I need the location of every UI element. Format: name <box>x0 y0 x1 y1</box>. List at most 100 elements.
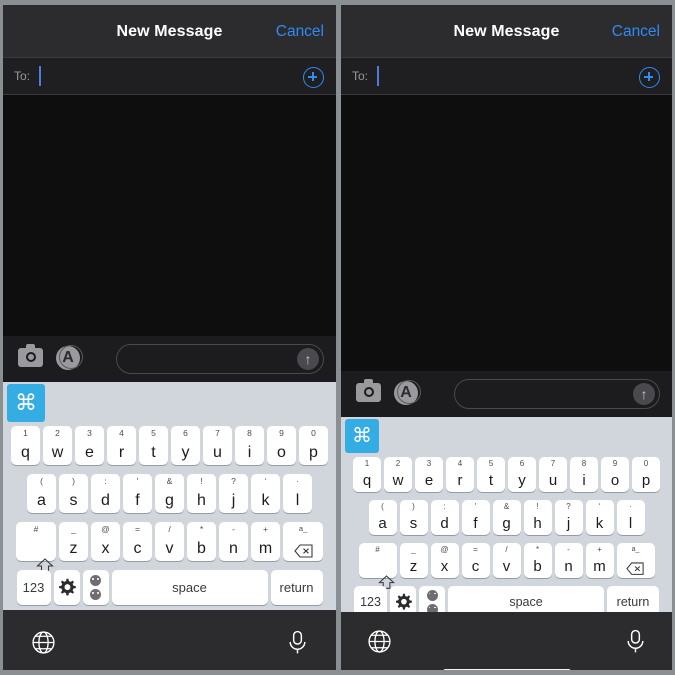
key-label: q <box>21 444 30 461</box>
space-key[interactable]: space <box>111 570 268 605</box>
globe-icon[interactable] <box>367 629 392 659</box>
key-p[interactable]: 0p <box>299 426 328 465</box>
key-g[interactable]: & g <box>155 474 184 513</box>
key-r[interactable]: 4r <box>107 426 136 465</box>
key-n[interactable]: -n <box>554 543 583 578</box>
app-store-icon[interactable]: A <box>56 345 83 370</box>
key-l[interactable]: · l <box>616 500 645 535</box>
key-b[interactable]: * b <box>187 522 216 561</box>
key-s[interactable]: ) s <box>399 500 428 535</box>
numeric-key[interactable]: 123 <box>16 570 51 605</box>
key-u[interactable]: 7u <box>539 457 567 492</box>
key-label: p <box>309 444 318 461</box>
cancel-button[interactable]: Cancel <box>612 23 660 41</box>
key-h[interactable]: ! h <box>187 474 216 513</box>
key-d[interactable]: :d <box>430 500 459 535</box>
key-e[interactable]: 3e <box>75 426 104 465</box>
backspace-key[interactable]: a_ <box>616 543 655 578</box>
key-j[interactable]: ? j <box>554 500 583 535</box>
command-key-badge[interactable]: ⌘ <box>7 384 45 422</box>
key-v[interactable]: / v <box>155 522 184 561</box>
key-n[interactable]: -n <box>219 522 248 561</box>
panel-right: New Message Cancel To: A ↑ ⌘ 1q2w3e4r5t6… <box>341 5 672 670</box>
send-button[interactable]: ↑ <box>297 348 319 370</box>
key-o[interactable]: 9o <box>601 457 629 492</box>
command-key-badge[interactable]: ⌘ <box>345 419 379 453</box>
app-store-icon[interactable]: A <box>394 380 421 405</box>
microphone-icon[interactable] <box>625 629 646 659</box>
home-indicator[interactable] <box>442 669 571 670</box>
backspace-key[interactable]: a_ <box>283 522 323 561</box>
key-a[interactable]: (a <box>368 500 397 535</box>
keyboard-row-4: 123 space return <box>3 570 336 605</box>
key-t[interactable]: 5t <box>477 457 505 492</box>
key-i[interactable]: 8i <box>570 457 598 492</box>
key-q[interactable]: 1q <box>353 457 381 492</box>
key-l[interactable]: · l <box>283 474 312 513</box>
camera-icon[interactable] <box>356 379 381 402</box>
key-v[interactable]: / v <box>492 543 521 578</box>
camera-icon[interactable] <box>18 344 43 367</box>
key-j[interactable]: ? j <box>219 474 248 513</box>
plus-circle-icon[interactable] <box>639 67 660 88</box>
key-y[interactable]: 6y <box>508 457 536 492</box>
recipient-field[interactable]: To: <box>341 57 672 95</box>
shift-key[interactable]: # <box>358 543 397 589</box>
key-alt-label: ) <box>72 476 75 486</box>
arrow-up-icon: ↑ <box>304 351 312 367</box>
key-alt-label: 5 <box>151 428 156 438</box>
key-g[interactable]: & g <box>492 500 521 535</box>
key-a[interactable]: (a <box>27 474 56 513</box>
key-k[interactable]: ‘k <box>585 500 614 535</box>
key-alt-label: 7 <box>215 428 220 438</box>
key-h[interactable]: ! h <box>523 500 552 535</box>
key-alt-label: 0 <box>311 428 316 438</box>
key-d[interactable]: :d <box>91 474 120 513</box>
key-p[interactable]: 0p <box>632 457 660 492</box>
key-q[interactable]: 1q <box>11 426 40 465</box>
key-o[interactable]: 9o <box>267 426 296 465</box>
message-input[interactable]: ↑ <box>116 344 324 374</box>
key-alt-label: @ <box>101 524 110 534</box>
key-m[interactable]: + m <box>251 522 280 561</box>
recipient-field[interactable]: To: <box>3 57 336 95</box>
send-button[interactable]: ↑ <box>633 383 655 405</box>
key-m[interactable]: + m <box>585 543 614 578</box>
key-x[interactable]: @ x <box>91 522 120 561</box>
key-f[interactable]: ' f <box>123 474 152 513</box>
emoji-key[interactable] <box>82 570 109 605</box>
cancel-button[interactable]: Cancel <box>276 23 324 41</box>
message-input[interactable]: ↑ <box>454 379 660 409</box>
key-z[interactable]: _ z <box>59 522 88 561</box>
key-label: t <box>151 444 156 461</box>
key-f[interactable]: ' f <box>461 500 490 535</box>
key-alt-label: 3 <box>426 459 432 468</box>
conversation-area <box>341 95 672 371</box>
settings-key[interactable] <box>53 570 80 605</box>
key-label: g <box>502 515 511 532</box>
key-y[interactable]: 6y <box>171 426 200 465</box>
key-c[interactable]: = c <box>461 543 490 578</box>
keyboard-bottom-bar <box>341 612 672 670</box>
key-label: r <box>457 472 463 489</box>
key-b[interactable]: * b <box>523 543 552 578</box>
key-s[interactable]: ) s <box>59 474 88 513</box>
key-alt-label: - <box>232 524 235 534</box>
key-w[interactable]: 2w <box>384 457 412 492</box>
key-e[interactable]: 3e <box>415 457 443 492</box>
key-k[interactable]: ‘k <box>251 474 280 513</box>
microphone-icon[interactable] <box>287 630 308 660</box>
key-w[interactable]: 2w <box>43 426 72 465</box>
plus-circle-icon[interactable] <box>303 67 324 88</box>
key-i[interactable]: 8i <box>235 426 264 465</box>
key-x[interactable]: @ x <box>430 543 459 578</box>
key-r[interactable]: 4r <box>446 457 474 492</box>
key-c[interactable]: = c <box>123 522 152 561</box>
globe-icon[interactable] <box>31 630 56 660</box>
key-z[interactable]: _ z <box>399 543 428 578</box>
key-t[interactable]: 5t <box>139 426 168 465</box>
return-key[interactable]: return <box>270 570 323 605</box>
key-label: m <box>258 540 273 557</box>
key-u[interactable]: 7u <box>203 426 232 465</box>
shift-key[interactable]: # <box>16 522 56 573</box>
